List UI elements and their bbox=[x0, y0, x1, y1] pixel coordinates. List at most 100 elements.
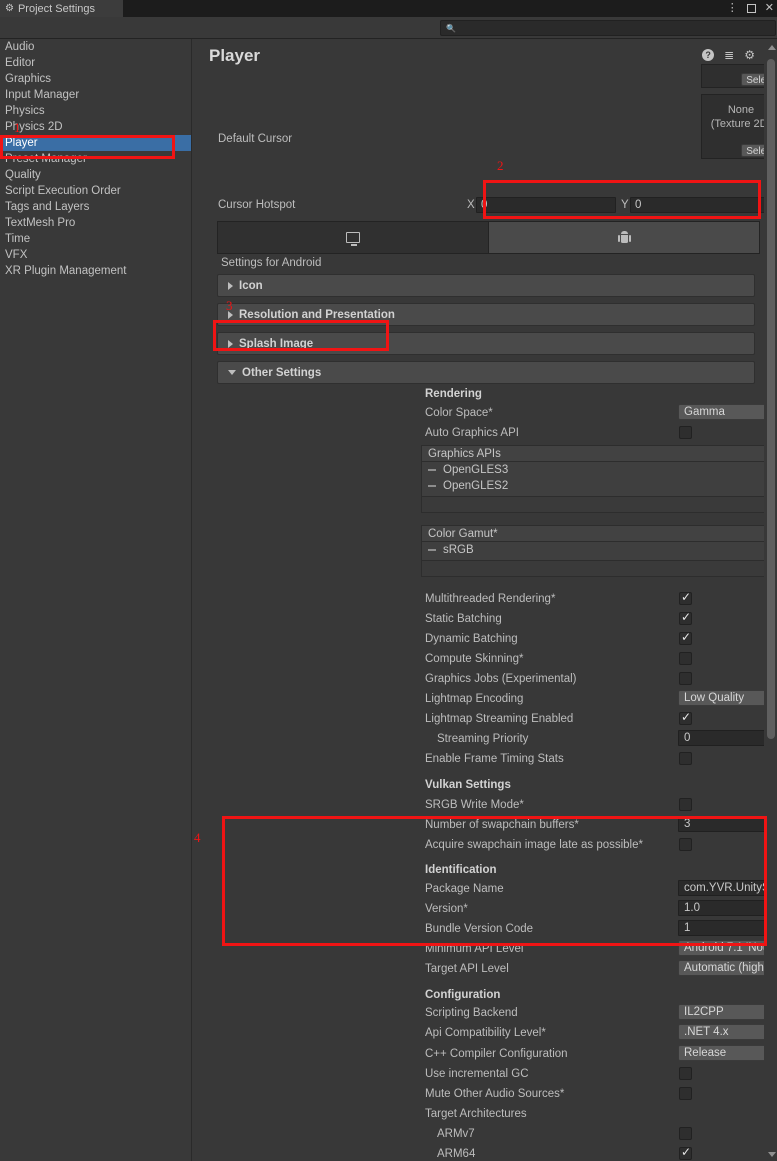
sidebar-item-editor[interactable]: Editor bbox=[0, 55, 191, 71]
default-cursor-label: Default Cursor bbox=[218, 133, 293, 145]
package-name-label: Package Name bbox=[425, 883, 504, 895]
sidebar-item-quality[interactable]: Quality bbox=[0, 167, 191, 183]
sidebar-item-preset-manager[interactable]: Preset Manager bbox=[0, 151, 191, 167]
graphics-jobs-label: Graphics Jobs (Experimental) bbox=[425, 673, 577, 685]
sidebar-item-audio[interactable]: Audio bbox=[0, 39, 191, 55]
cursor-hotspot-label: Cursor Hotspot bbox=[218, 199, 296, 211]
hotspot-x-label: X bbox=[467, 199, 475, 211]
auto-graphics-api-checkbox[interactable] bbox=[679, 426, 692, 439]
scripting-backend-value: IL2CPP bbox=[684, 1006, 724, 1018]
sidebar-item-graphics[interactable]: Graphics bbox=[0, 71, 191, 87]
chevron-right-icon bbox=[228, 310, 233, 319]
project-settings-window: ⚙ Project Settings ⋮ ✕ 🔍 Audio Editor Gr… bbox=[0, 0, 777, 1161]
project-settings-tab[interactable]: ⚙ Project Settings bbox=[0, 0, 123, 17]
bundle-version-code-input[interactable]: 1 bbox=[678, 920, 777, 936]
chevron-right-icon bbox=[228, 339, 233, 348]
list-item[interactable]: OpenGLES2 bbox=[422, 478, 777, 494]
incremental-gc-checkbox[interactable] bbox=[679, 1067, 692, 1080]
other-settings-foldout[interactable]: Other Settings bbox=[217, 361, 755, 384]
incremental-gc-label: Use incremental GC bbox=[425, 1068, 529, 1080]
maximize-icon[interactable] bbox=[746, 4, 756, 13]
sidebar-item-time[interactable]: Time bbox=[0, 231, 191, 247]
lightmap-encoding-dropdown[interactable]: Low Quality bbox=[678, 690, 777, 706]
cpp-compiler-config-dropdown[interactable]: Release bbox=[678, 1045, 777, 1061]
list-item[interactable]: sRGB bbox=[422, 542, 777, 558]
sidebar-item-input-manager[interactable]: Input Manager bbox=[0, 87, 191, 103]
standalone-platform-tab[interactable] bbox=[218, 222, 489, 253]
title-bar: ⚙ Project Settings ⋮ ✕ bbox=[0, 0, 777, 17]
scripting-backend-dropdown[interactable]: IL2CPP bbox=[678, 1004, 777, 1020]
drag-handle-icon[interactable] bbox=[428, 549, 436, 551]
acquire-swapchain-late-checkbox[interactable] bbox=[679, 838, 692, 851]
splash-image-foldout[interactable]: Splash Image bbox=[217, 332, 755, 355]
graphics-apis-footer: ＋ － bbox=[421, 497, 777, 513]
sidebar-item-script-execution-order[interactable]: Script Execution Order bbox=[0, 183, 191, 199]
static-batching-checkbox[interactable] bbox=[679, 610, 692, 625]
srgb-write-mode-checkbox[interactable] bbox=[679, 798, 692, 811]
foldout-label: Resolution and Presentation bbox=[239, 308, 395, 321]
scripting-backend-label: Scripting Backend bbox=[425, 1007, 518, 1019]
default-cursor-value-line1: None bbox=[727, 104, 755, 116]
rendering-group-title: Rendering bbox=[425, 388, 482, 400]
swapchain-buffers-label: Number of swapchain buffers* bbox=[425, 819, 579, 831]
list-item[interactable]: OpenGLES3 bbox=[422, 462, 777, 478]
sidebar-item-physics[interactable]: Physics bbox=[0, 103, 191, 119]
help-icon[interactable]: ? bbox=[702, 49, 715, 61]
sidebar-item-physics-2d[interactable]: Physics 2D bbox=[0, 119, 191, 135]
lightmap-encoding-label: Lightmap Encoding bbox=[425, 693, 524, 705]
settings-sidebar: Audio Editor Graphics Input Manager Phys… bbox=[0, 39, 192, 1161]
dynamic-batching-checkbox[interactable] bbox=[679, 630, 692, 645]
arm64-checkbox[interactable] bbox=[679, 1145, 692, 1160]
scroll-up-arrow-icon[interactable] bbox=[767, 45, 776, 50]
package-name-input[interactable]: com.YVR.UnitySDK bbox=[678, 880, 777, 896]
streaming-priority-label: Streaming Priority bbox=[437, 733, 529, 745]
window-menu-icon[interactable]: ⋮ bbox=[727, 3, 738, 14]
swapchain-buffers-input[interactable]: 3 bbox=[678, 816, 777, 832]
window-scrollbar[interactable] bbox=[764, 39, 777, 1161]
sidebar-item-label: Quality bbox=[5, 169, 41, 181]
armv7-checkbox[interactable] bbox=[679, 1127, 692, 1140]
hotspot-y-input[interactable]: 0 bbox=[630, 197, 770, 213]
foldout-label: Other Settings bbox=[242, 366, 322, 379]
sidebar-item-label: Script Execution Order bbox=[5, 185, 121, 197]
target-api-level-dropdown[interactable]: Automatic (highest installed) bbox=[678, 960, 777, 976]
hotspot-x-input[interactable]: 0 bbox=[476, 197, 616, 213]
close-icon[interactable]: ✕ bbox=[765, 3, 774, 14]
icon-foldout[interactable]: Icon bbox=[217, 274, 755, 297]
sidebar-item-xr-plugin-management[interactable]: XR Plugin Management bbox=[0, 263, 191, 279]
foldout-label: Splash Image bbox=[239, 337, 314, 350]
drag-handle-icon[interactable] bbox=[428, 469, 436, 471]
multithreaded-rendering-checkbox[interactable] bbox=[679, 590, 692, 605]
streaming-priority-input[interactable]: 0 bbox=[678, 730, 777, 746]
minimum-api-level-dropdown[interactable]: Android 7.1 'Nougat' (API level 25) bbox=[678, 940, 777, 956]
graphics-apis-header: Graphics APIs bbox=[421, 445, 777, 462]
compute-skinning-checkbox[interactable] bbox=[679, 652, 692, 665]
acquire-swapchain-late-label: Acquire swapchain image late as possible… bbox=[425, 839, 643, 851]
graphics-jobs-checkbox[interactable] bbox=[679, 672, 692, 685]
sidebar-item-tags-and-layers[interactable]: Tags and Layers bbox=[0, 199, 191, 215]
sidebar-item-label: Preset Manager bbox=[5, 153, 87, 165]
drag-handle-icon[interactable] bbox=[428, 485, 436, 487]
window-scrollbar-thumb[interactable] bbox=[767, 59, 775, 739]
sidebar-item-label: Graphics bbox=[5, 73, 52, 85]
resolution-presentation-foldout[interactable]: Resolution and Presentation bbox=[217, 303, 755, 326]
lightmap-streaming-checkbox[interactable] bbox=[679, 710, 692, 725]
gear-icon[interactable]: ⚙ bbox=[744, 49, 755, 61]
platform-tab-strip bbox=[217, 221, 760, 254]
search-input[interactable]: 🔍 bbox=[440, 20, 776, 36]
scroll-down-arrow-icon[interactable] bbox=[767, 1152, 776, 1157]
sidebar-item-textmesh-pro[interactable]: TextMesh Pro bbox=[0, 215, 191, 231]
sidebar-item-vfx[interactable]: VFX bbox=[0, 247, 191, 263]
color-space-label: Color Space* bbox=[425, 407, 493, 419]
version-input[interactable]: 1.0 bbox=[678, 900, 777, 916]
api-compatibility-dropdown[interactable]: .NET 4.x bbox=[678, 1024, 777, 1040]
sidebar-item-player[interactable]: Player bbox=[0, 135, 191, 151]
color-space-dropdown[interactable]: Gamma bbox=[678, 404, 777, 420]
android-platform-tab[interactable] bbox=[489, 222, 759, 253]
version-label: Version* bbox=[425, 903, 468, 915]
preset-icon[interactable]: ≣ bbox=[724, 49, 734, 61]
mute-other-audio-checkbox[interactable] bbox=[679, 1087, 692, 1100]
color-gamut-list: sRGB bbox=[421, 542, 777, 561]
frame-timing-stats-checkbox[interactable] bbox=[679, 752, 692, 765]
foldout-label: Icon bbox=[239, 279, 263, 292]
